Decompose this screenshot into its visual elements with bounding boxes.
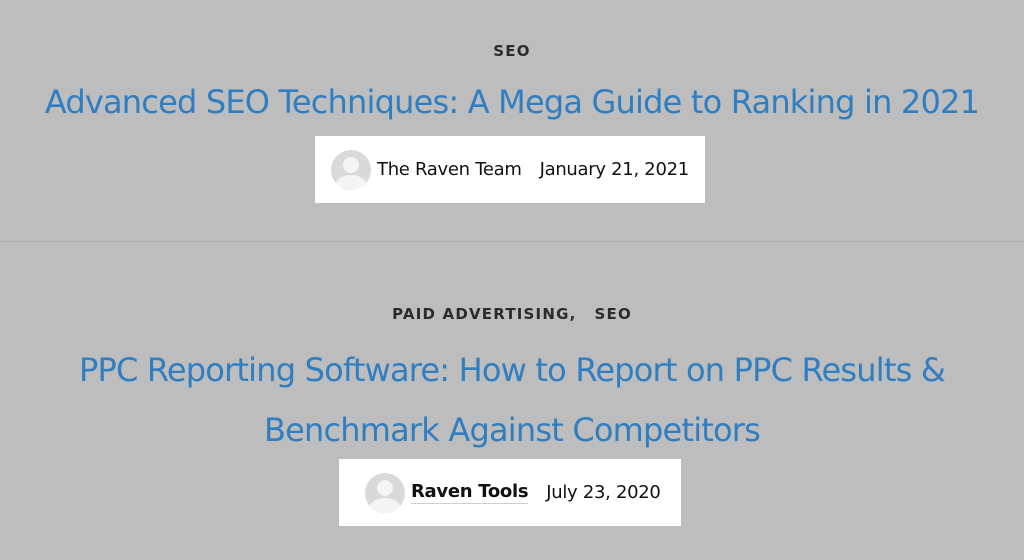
category-separator: , — [569, 305, 577, 323]
post-card: PAID ADVERTISING, SEO PPC Reporting Softw… — [0, 242, 1024, 560]
post-meta: The Raven Team January 21, 2021 — [315, 136, 705, 203]
post-title: PPC Reporting Software: How to Report on… — [0, 340, 1024, 460]
post-title-line-1: PPC Reporting Software: How to Report on… — [78, 351, 946, 389]
post-meta: Raven Tools July 23, 2020 — [339, 459, 681, 526]
post-date: January 21, 2021 — [539, 159, 690, 180]
default-user-avatar-icon — [365, 472, 405, 513]
default-user-avatar-icon — [331, 149, 371, 190]
post-title: Advanced SEO Techniques: A Mega Guide to… — [0, 80, 1024, 124]
post-card: SEO Advanced SEO Techniques: A Mega Guid… — [0, 0, 1024, 241]
category-link-seo[interactable]: SEO — [595, 305, 632, 323]
post-categories: PAID ADVERTISING, SEO — [0, 305, 1024, 323]
category-link-seo[interactable]: SEO — [493, 42, 530, 60]
post-title-link[interactable]: Advanced SEO Techniques: A Mega Guide to… — [45, 83, 980, 121]
post-title-link[interactable]: PPC Reporting Software: How to Report on… — [78, 351, 946, 449]
post-title-line-2: Benchmark Against Competitors — [263, 411, 761, 449]
post-date: July 23, 2020 — [546, 482, 661, 503]
post-categories: SEO — [0, 42, 1024, 60]
category-link-paid-advertising[interactable]: PAID ADVERTISING — [392, 305, 570, 323]
author-link[interactable]: Raven Tools — [411, 481, 529, 504]
author-link[interactable]: The Raven Team — [377, 159, 522, 180]
